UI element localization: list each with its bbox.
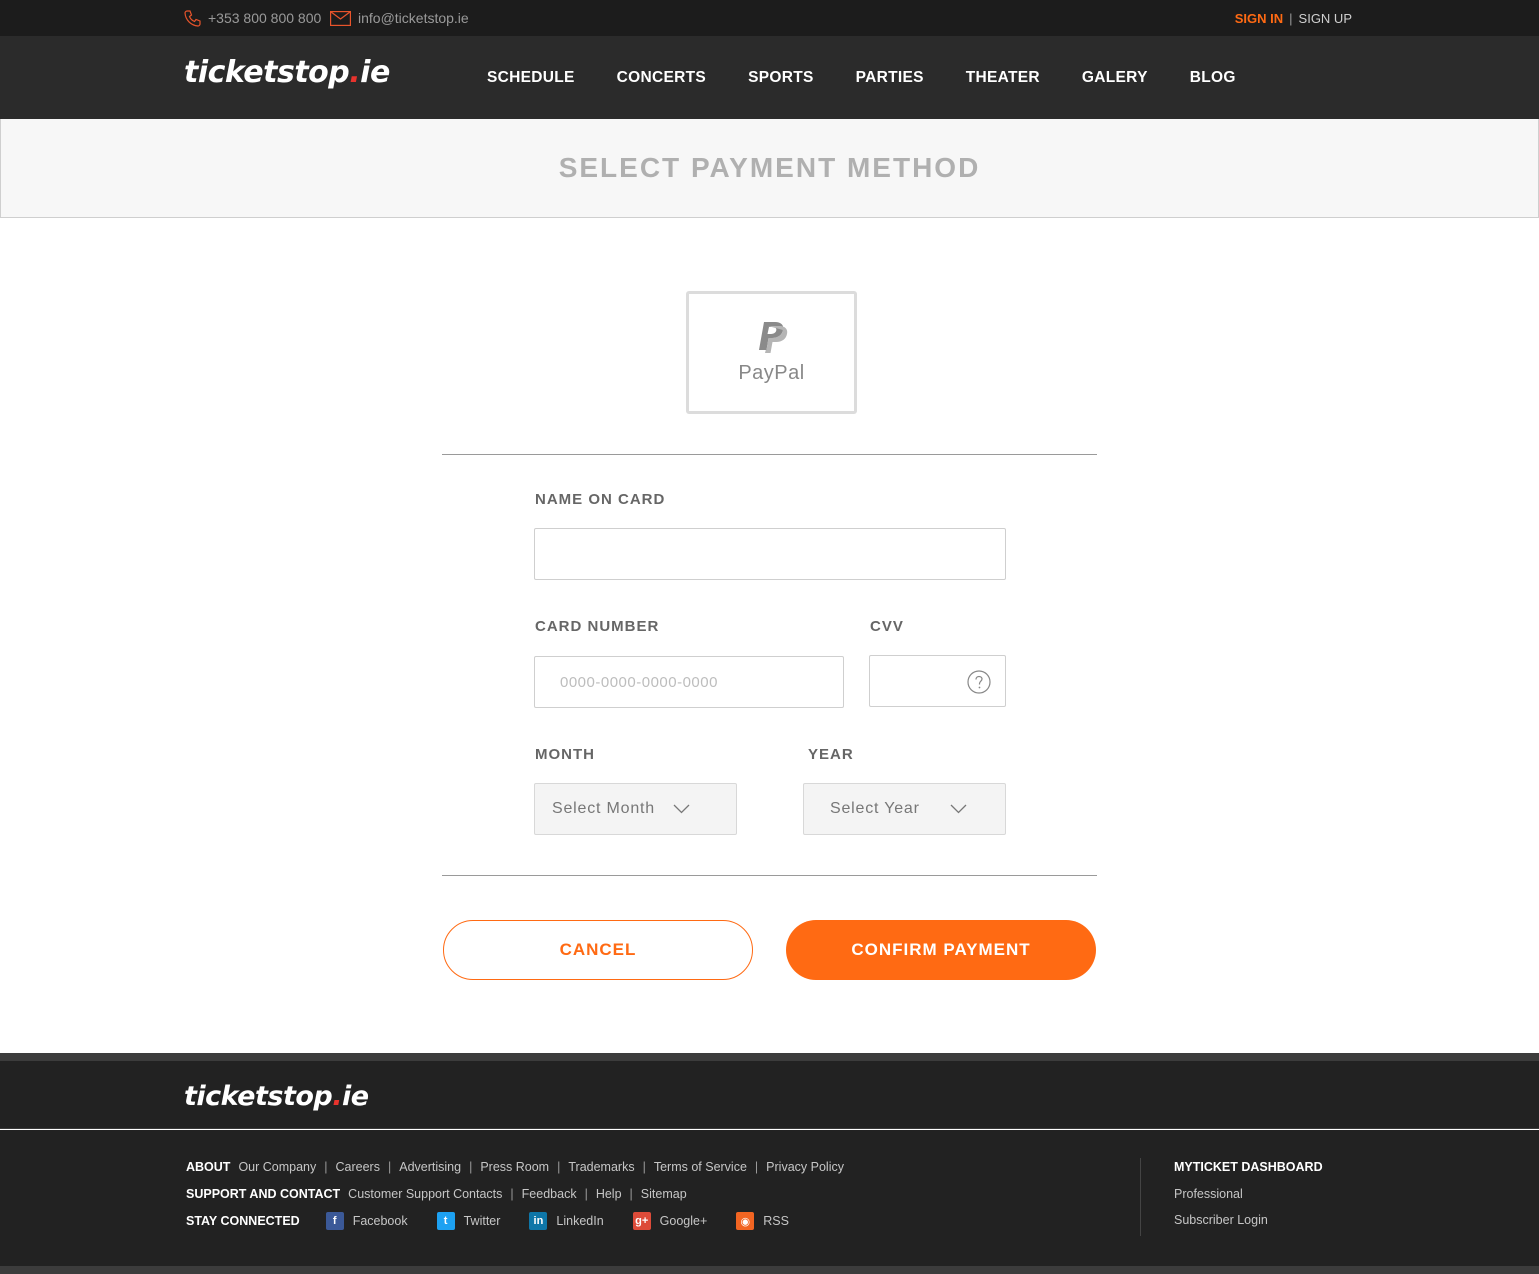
logo-dot: .	[349, 55, 361, 90]
footer-link-press-room[interactable]: Press Room	[480, 1160, 549, 1174]
cvv-input[interactable]	[869, 655, 1006, 707]
auth-separator: |	[1289, 10, 1293, 26]
footer-link-sitemap[interactable]: Sitemap	[641, 1187, 687, 1201]
paypal-option[interactable]: PayPal	[686, 291, 857, 414]
sign-up-link[interactable]: SIGN UP	[1299, 11, 1352, 26]
facebook-link[interactable]: f Facebook	[325, 1212, 408, 1230]
rss-label: RSS	[763, 1214, 789, 1228]
page-title-bar: SELECT PAYMENT METHOD	[0, 119, 1539, 218]
footer-logo-bar: ticketstop. ie	[0, 1061, 1539, 1129]
year-label: YEAR	[808, 746, 854, 763]
email-contact[interactable]: info@ticketstop.ie	[330, 0, 469, 36]
sign-in-link[interactable]: SIGN IN	[1235, 11, 1283, 26]
chevron-down-icon	[950, 804, 967, 814]
nav-schedule[interactable]: SCHEDULE	[487, 69, 575, 87]
month-select[interactable]: Select Month	[534, 783, 737, 835]
footer-logo-tld: ie	[342, 1081, 369, 1112]
nav-sports[interactable]: SPORTS	[748, 69, 814, 87]
main-nav: SCHEDULE CONCERTS SPORTS PARTIES THEATER…	[487, 36, 1278, 119]
main-navbar: ticketstop. ie SCHEDULE CONCERTS SPORTS P…	[0, 36, 1539, 119]
logo-name: ticketstop	[184, 55, 350, 90]
footer-about-heading: ABOUT	[186, 1160, 231, 1174]
facebook-label: Facebook	[352, 1214, 408, 1228]
twitter-label: Twitter	[463, 1214, 501, 1228]
footer-link-careers[interactable]: Careers	[336, 1160, 380, 1174]
form-divider-top	[442, 454, 1097, 455]
google-plus-icon: g+	[632, 1212, 651, 1230]
rss-link[interactable]: ◉ RSS	[736, 1212, 789, 1230]
footer-support-row: SUPPORT AND CONTACT Customer Support Con…	[186, 1187, 687, 1201]
year-select-value: Select Year	[830, 800, 920, 817]
nav-blog[interactable]: BLOG	[1190, 69, 1236, 87]
site-logo[interactable]: ticketstop. ie	[184, 55, 390, 90]
linkedin-link[interactable]: in LinkedIn	[529, 1212, 604, 1230]
linkedin-icon: in	[529, 1212, 548, 1230]
nav-parties[interactable]: PARTIES	[856, 69, 924, 87]
chevron-down-icon	[673, 804, 690, 814]
question-icon[interactable]	[967, 670, 991, 694]
footer-bottom-strip	[0, 1266, 1539, 1274]
linkedin-label: LinkedIn	[556, 1214, 604, 1228]
footer-link-subscriber-login[interactable]: Subscriber Login	[1174, 1213, 1268, 1227]
phone-contact[interactable]: +353 800 800 800	[184, 0, 321, 36]
footer-link-terms[interactable]: Terms of Service	[654, 1160, 747, 1174]
name-on-card-input[interactable]	[534, 528, 1006, 580]
footer-about-row: ABOUT Our Company | Careers | Advertising |…	[186, 1160, 844, 1174]
footer-stay-connected-heading: STAY CONNECTED	[186, 1214, 300, 1228]
paypal-label: PayPal	[738, 362, 805, 384]
footer-link-privacy[interactable]: Privacy Policy	[766, 1160, 844, 1174]
footer-link-our-company[interactable]: Our Company	[238, 1160, 316, 1174]
googleplus-link[interactable]: g+ Google+	[632, 1212, 708, 1230]
auth-links: SIGN IN | SIGN UP	[1235, 0, 1352, 36]
googleplus-label: Google+	[659, 1214, 708, 1228]
email-address: info@ticketstop.ie	[358, 10, 469, 26]
nav-theater[interactable]: THEATER	[966, 69, 1040, 87]
name-on-card-label: NAME ON CARD	[535, 491, 666, 508]
rss-icon: ◉	[736, 1212, 755, 1230]
footer-social-row: STAY CONNECTED f Facebook t Twitter in L…	[186, 1212, 818, 1230]
twitter-icon: t	[436, 1212, 455, 1230]
phone-number: +353 800 800 800	[208, 10, 322, 26]
cancel-button[interactable]: CANCEL	[443, 920, 753, 980]
form-divider-bottom	[442, 875, 1097, 876]
cvv-label: CVV	[870, 618, 904, 635]
year-select[interactable]: Select Year	[803, 783, 1006, 835]
nav-galery[interactable]: GALERY	[1082, 69, 1148, 87]
card-number-input[interactable]: 0000-0000-0000-0000	[534, 656, 844, 708]
card-number-placeholder: 0000-0000-0000-0000	[560, 673, 718, 691]
page-title: SELECT PAYMENT METHOD	[558, 152, 981, 183]
footer-vertical-divider	[1140, 1158, 1141, 1236]
footer-dashboard-heading: MYTICKET DASHBOARD	[1174, 1160, 1323, 1174]
footer-link-trademarks[interactable]: Trademarks	[568, 1160, 634, 1174]
footer-link-professional[interactable]: Professional	[1174, 1187, 1243, 1201]
logo-tld: ie	[360, 55, 390, 90]
month-label: MONTH	[535, 746, 595, 763]
card-number-label: CARD NUMBER	[535, 618, 660, 635]
footer-link-advertising[interactable]: Advertising	[399, 1160, 461, 1174]
footer-logo-name: ticketstop	[184, 1081, 333, 1112]
footer-link-support-contacts[interactable]: Customer Support Contacts	[348, 1187, 502, 1201]
footer-top-strip	[0, 1053, 1539, 1061]
footer-link-help[interactable]: Help	[596, 1187, 622, 1201]
footer-link-feedback[interactable]: Feedback	[522, 1187, 577, 1201]
mail-icon	[330, 10, 351, 26]
footer-logo-dot: .	[332, 1081, 342, 1112]
confirm-payment-button[interactable]: CONFIRM PAYMENT	[786, 920, 1096, 980]
month-select-value: Select Month	[552, 800, 655, 817]
top-bar: +353 800 800 800 info@ticketstop.ie SIGN…	[0, 0, 1539, 36]
paypal-icon	[758, 322, 787, 353]
nav-concerts[interactable]: CONCERTS	[617, 69, 706, 87]
footer-logo[interactable]: ticketstop. ie	[184, 1081, 369, 1112]
footer-support-heading: SUPPORT AND CONTACT	[186, 1187, 341, 1201]
facebook-icon: f	[325, 1212, 344, 1230]
phone-icon	[184, 9, 201, 27]
twitter-link[interactable]: t Twitter	[436, 1212, 501, 1230]
